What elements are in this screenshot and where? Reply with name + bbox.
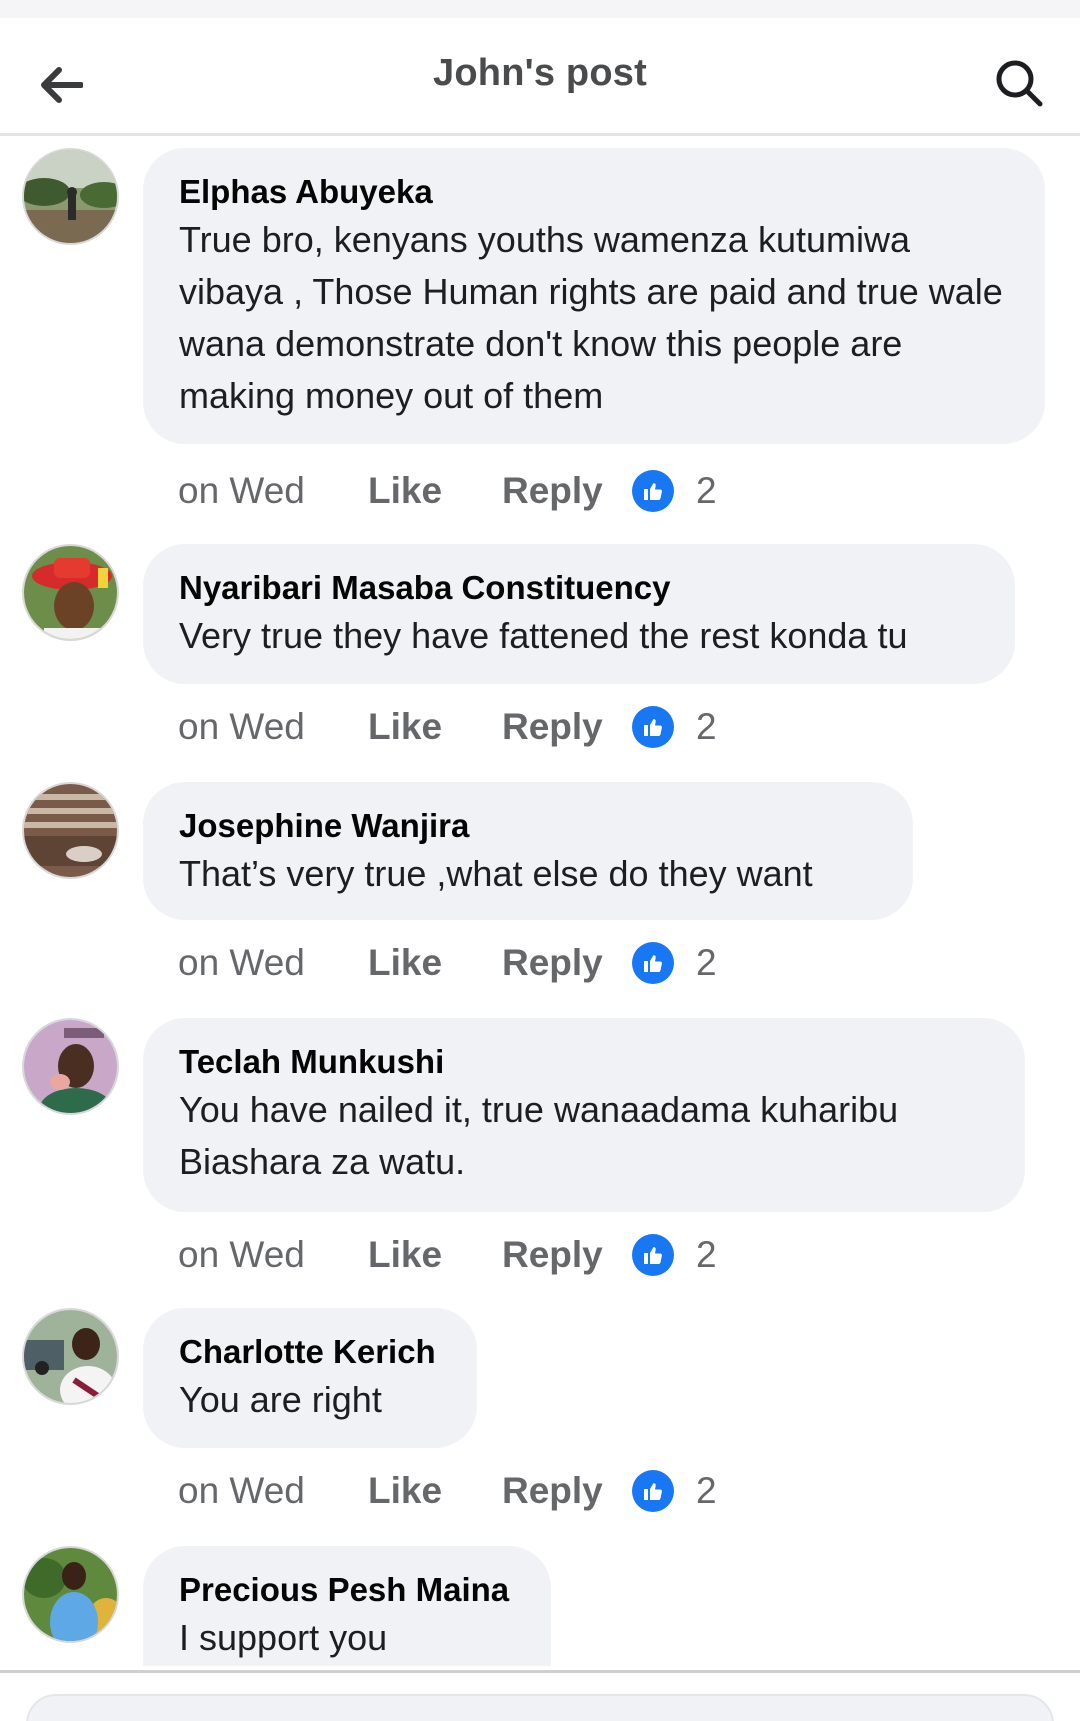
- comment-author[interactable]: Precious Pesh Maina: [179, 1568, 515, 1612]
- reply-button[interactable]: Reply: [502, 470, 632, 512]
- status-bar: [0, 0, 1080, 18]
- avatar[interactable]: [22, 1018, 119, 1115]
- like-reaction-icon[interactable]: [632, 942, 674, 984]
- top-bar: John's post: [0, 18, 1080, 136]
- comment-time[interactable]: on Wed: [178, 1234, 368, 1276]
- like-button[interactable]: Like: [368, 942, 502, 984]
- comment-time[interactable]: on Wed: [178, 1470, 368, 1512]
- search-icon: [996, 60, 1043, 107]
- avatar[interactable]: [22, 148, 119, 245]
- comment-bubble: Precious Pesh Maina I support you: [143, 1546, 551, 1666]
- reply-button[interactable]: Reply: [502, 1470, 632, 1512]
- comment-text: I support you: [179, 1617, 388, 1658]
- comment-author[interactable]: Nyaribari Masaba Constituency: [179, 566, 979, 610]
- like-reaction-icon[interactable]: [632, 1470, 674, 1512]
- comment-text: You have nailed it, true wanaadama kuhar…: [179, 1089, 899, 1182]
- comment-bubble: Teclah Munkushi You have nailed it, true…: [143, 1018, 1025, 1212]
- reply-button[interactable]: Reply: [502, 942, 632, 984]
- like-reaction-icon[interactable]: [632, 706, 674, 748]
- reply-button[interactable]: Reply: [502, 1234, 632, 1276]
- reaction-count[interactable]: 2: [696, 470, 717, 512]
- reaction-count[interactable]: 2: [696, 1470, 717, 1512]
- like-button[interactable]: Like: [368, 706, 502, 748]
- avatar[interactable]: [22, 1308, 119, 1405]
- comment-actions: on Wed Like Reply 2: [178, 466, 717, 516]
- comment-time[interactable]: on Wed: [178, 706, 368, 748]
- comment-bubble: Josephine Wanjira That’s very true ,what…: [143, 782, 913, 920]
- avatar[interactable]: [22, 782, 119, 879]
- composer-divider: [0, 1670, 1080, 1673]
- like-button[interactable]: Like: [368, 1234, 502, 1276]
- comment-bubble: Charlotte Kerich You are right: [143, 1308, 477, 1448]
- comment-bubble: Nyaribari Masaba Constituency Very true …: [143, 544, 1015, 684]
- like-button[interactable]: Like: [368, 1470, 502, 1512]
- comment-author[interactable]: Charlotte Kerich: [179, 1330, 441, 1374]
- comment-actions: on Wed Like Reply 2: [178, 702, 717, 752]
- comment-time[interactable]: on Wed: [178, 942, 368, 984]
- reply-button[interactable]: Reply: [502, 706, 632, 748]
- comment-author[interactable]: Teclah Munkushi: [179, 1040, 989, 1084]
- search-button[interactable]: [988, 52, 1050, 114]
- reaction-count[interactable]: 2: [696, 942, 717, 984]
- avatar[interactable]: [22, 544, 119, 641]
- comment-actions: on Wed Like Reply 2: [178, 1466, 717, 1516]
- comment-text: True bro, kenyans youths wamenza kutumiw…: [179, 219, 1003, 416]
- reaction-count[interactable]: 2: [696, 706, 717, 748]
- comment-author[interactable]: Josephine Wanjira: [179, 804, 877, 848]
- reaction-count[interactable]: 2: [696, 1234, 717, 1276]
- avatar[interactable]: [22, 1546, 119, 1643]
- page-title: John's post: [433, 52, 647, 94]
- comment-text: You are right: [179, 1379, 382, 1420]
- like-reaction-icon[interactable]: [632, 470, 674, 512]
- like-button[interactable]: Like: [368, 470, 502, 512]
- comment-text: That’s very true ,what else do they want: [179, 853, 813, 894]
- like-reaction-icon[interactable]: [632, 1234, 674, 1276]
- comment-time[interactable]: on Wed: [178, 470, 368, 512]
- comment-actions: on Wed Like Reply 2: [178, 938, 717, 988]
- comment-actions: on Wed Like Reply 2: [178, 1230, 717, 1280]
- comment-bubble: Elphas Abuyeka True bro, kenyans youths …: [143, 148, 1045, 444]
- comment-author[interactable]: Elphas Abuyeka: [179, 170, 1009, 214]
- comment-composer[interactable]: [26, 1694, 1054, 1721]
- comment-text: Very true they have fattened the rest ko…: [179, 615, 908, 656]
